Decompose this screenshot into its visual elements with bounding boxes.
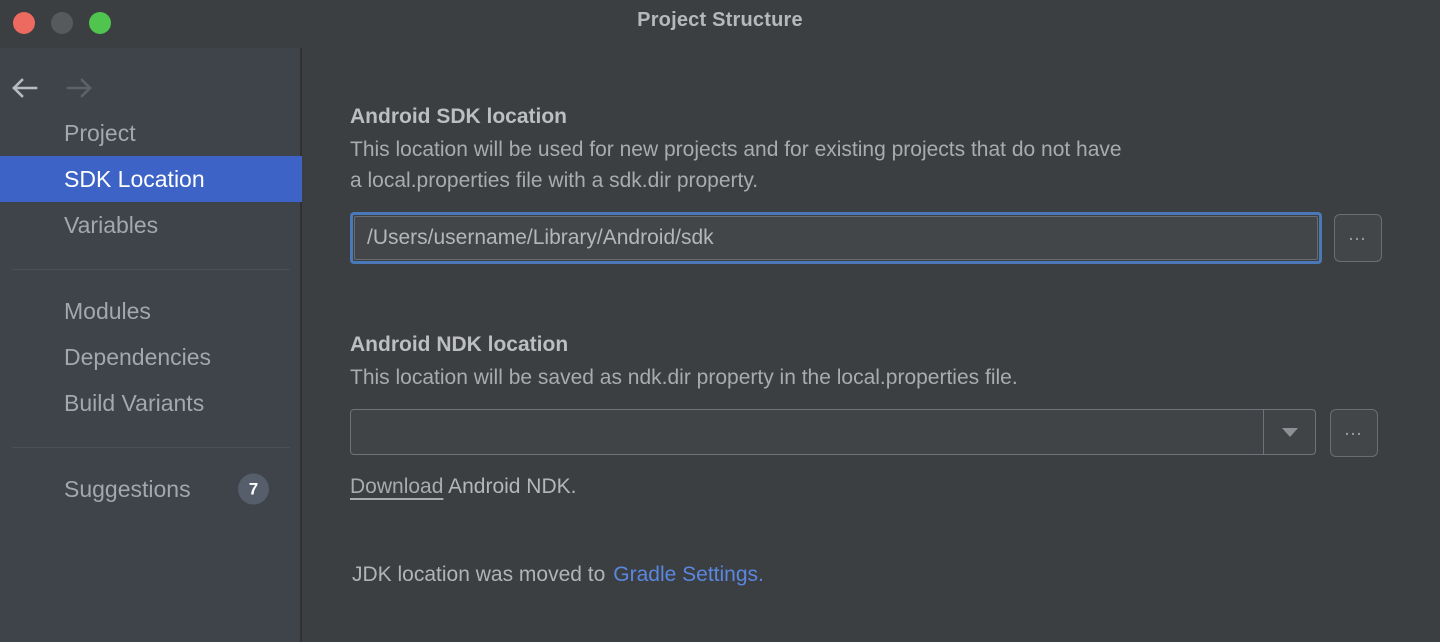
sdk-path-field-focus-ring [350, 212, 1322, 264]
ndk-section-title: Android NDK location [350, 333, 569, 356]
sidebar-item-dependencies[interactable]: Dependencies [0, 334, 302, 380]
gradle-settings-link[interactable]: Gradle Settings. [613, 563, 764, 586]
suggestions-count-badge: 7 [238, 473, 269, 505]
jdk-note-text: JDK location was moved to [352, 563, 606, 586]
download-ndk-link[interactable]: Download [350, 475, 443, 498]
ndk-download-line: Download Android NDK. [350, 475, 1390, 499]
arrow-right-icon [66, 78, 92, 98]
back-button[interactable] [8, 72, 42, 104]
sidebar-item-project[interactable]: Project [0, 110, 302, 156]
sidebar-nav-list: Project SDK Location Variables Modules D… [0, 110, 302, 512]
project-structure-window: Project Structure Project SDK Location V… [0, 0, 1440, 642]
ndk-browse-button[interactable]: … [1330, 409, 1378, 457]
sidebar-item-suggestions[interactable]: Suggestions 7 [0, 466, 302, 512]
sdk-section-description: This location will be used for new proje… [350, 138, 1122, 192]
ndk-path-input[interactable] [351, 410, 1263, 454]
navigation-arrows [0, 66, 302, 110]
sidebar-divider-1 [12, 269, 290, 270]
ndk-section-description: This location will be saved as ndk.dir p… [350, 366, 1018, 389]
sidebar-item-sdk-location[interactable]: SDK Location [0, 156, 302, 202]
arrow-left-icon [12, 78, 38, 98]
chevron-down-icon [1281, 428, 1298, 437]
sidebar-item-label: SDK Location [64, 166, 205, 192]
sdk-section-title: Android SDK location [350, 105, 567, 128]
title-bar: Project Structure [0, 0, 1440, 48]
ndk-path-combobox[interactable] [350, 409, 1316, 455]
ndk-location-row: … [350, 407, 1390, 459]
window-title: Project Structure [637, 9, 803, 31]
sdk-path-input[interactable] [354, 216, 1318, 260]
sidebar-item-variables[interactable]: Variables [0, 202, 302, 248]
ellipsis-icon: … [1343, 419, 1365, 440]
sidebar-item-label: Modules [64, 298, 151, 324]
android-sdk-location-section: Android SDK location This location will … [350, 105, 1390, 264]
sidebar-item-label: Variables [64, 212, 159, 238]
jdk-location-note: JDK location was moved to Gradle Settings… [352, 563, 764, 587]
ellipsis-icon: … [1347, 224, 1369, 245]
main-content-panel: Android SDK location This location will … [304, 48, 1440, 642]
sidebar-item-modules[interactable]: Modules [0, 288, 302, 334]
sidebar: Project SDK Location Variables Modules D… [0, 48, 302, 642]
sdk-location-row: … [350, 212, 1390, 264]
sidebar-item-label: Project [64, 120, 136, 146]
sidebar-item-label: Suggestions [64, 476, 191, 502]
download-ndk-suffix-text: Android NDK. [443, 475, 577, 498]
sidebar-divider-2 [12, 447, 290, 448]
sidebar-item-label: Dependencies [64, 344, 212, 370]
sidebar-item-build-variants[interactable]: Build Variants [0, 380, 302, 426]
ndk-dropdown-button[interactable] [1263, 410, 1315, 454]
android-ndk-location-section: Android NDK location This location will … [350, 333, 1390, 499]
sidebar-item-label: Build Variants [64, 390, 205, 416]
forward-button[interactable] [62, 72, 96, 104]
sdk-browse-button[interactable]: … [1334, 214, 1382, 262]
